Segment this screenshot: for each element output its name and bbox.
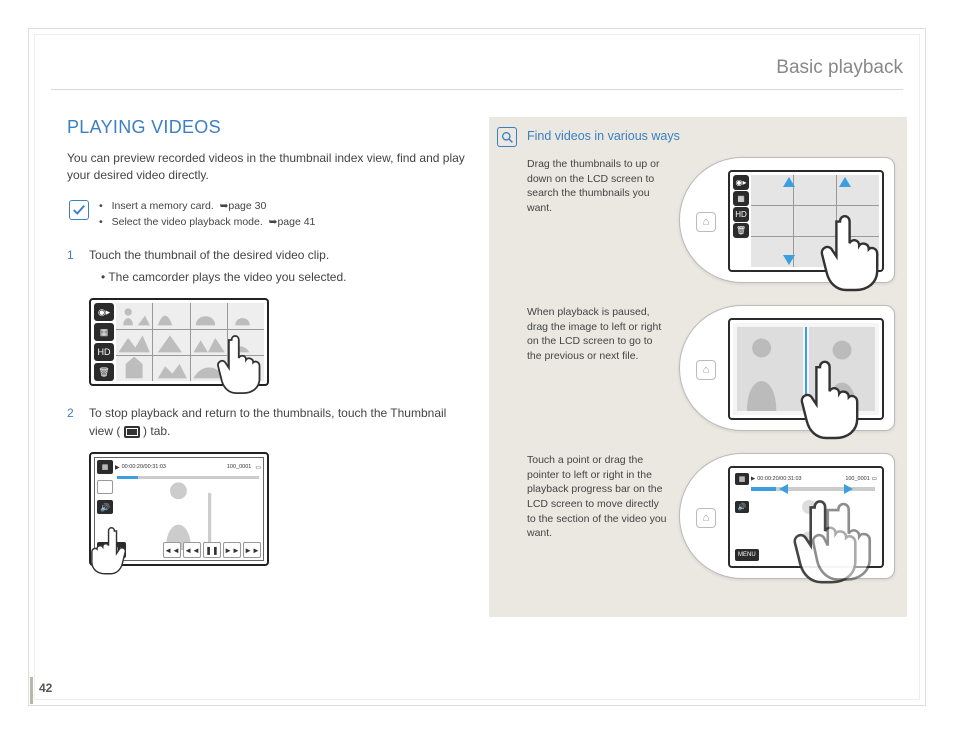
pause-button: ❚❚ — [203, 542, 221, 558]
hand-touch-icon — [201, 322, 273, 394]
thumbnail-tab-icon: ▦ — [97, 460, 113, 474]
playback-file: 100_0001 — [845, 476, 869, 482]
intro-text: You can preview recorded videos in the t… — [67, 150, 472, 185]
page-number: 42 — [39, 681, 52, 695]
thumb-cell — [153, 303, 189, 328]
magnifier-icon — [497, 127, 517, 147]
playback-time: 00:00:20/00:31:03 — [122, 464, 166, 470]
info-text: Drag the thumbnails to up or down on the… — [527, 157, 669, 216]
playback-file: 100_0001 — [227, 464, 251, 470]
hd-icon: HD — [94, 343, 114, 361]
hand-drag-icon — [804, 200, 900, 296]
page-ref: page 30 — [228, 200, 266, 212]
share-icon — [97, 480, 113, 494]
playback-time: 00:00:20/00:31:03 — [757, 476, 801, 482]
prereq-text: Insert a memory card. — [112, 200, 214, 212]
thumb-cell — [116, 303, 152, 328]
prereq-text: Select the video playback mode. — [112, 216, 263, 228]
rew-button: ◄◄ — [183, 542, 201, 558]
thumb-cell — [116, 356, 152, 381]
step-text: Touch the thumbnail of the desired video… — [89, 248, 329, 262]
memory-icon: ▭ — [255, 464, 261, 471]
hand-swipe-icon — [784, 346, 880, 446]
info-panel: Find videos in various ways Drag the thu… — [489, 117, 907, 617]
info-row-1: Drag the thumbnails to up or down on the… — [527, 157, 895, 283]
section-header: Basic playback — [776, 57, 903, 79]
trash-icon: 🗑 — [94, 363, 114, 381]
step-1: 1 Touch the thumbnail of the desired vid… — [67, 246, 472, 286]
thumbnails-icon: ▦ — [94, 323, 114, 341]
home-button-icon: ⌂ — [696, 508, 716, 528]
info-text: Touch a point or drag the pointer to lef… — [527, 453, 669, 541]
device-illustration: ⌂ — [679, 305, 895, 431]
trash-icon: 🗑 — [733, 223, 749, 238]
arrow-down-icon — [783, 255, 795, 265]
arrow-up-icon — [783, 177, 795, 187]
step-2: 2 To stop playback and return to the thu… — [67, 404, 472, 440]
arrow-up-icon — [839, 177, 851, 187]
next-button: ►► — [243, 542, 261, 558]
figure-thumbnail-grid: ◉▸ ▦ HD 🗑 — [89, 298, 269, 386]
ffwd-button: ►► — [223, 542, 241, 558]
thumbnail-view-icon — [124, 426, 140, 438]
thumb-cell — [153, 356, 189, 381]
page-ref: page 41 — [277, 216, 315, 228]
prereq-item: Select the video playback mode. ➥page 41 — [99, 215, 315, 231]
home-button-icon: ⌂ — [696, 212, 716, 232]
prev-button: ◄◄ — [163, 542, 181, 558]
check-icon — [69, 200, 89, 220]
home-button-icon: ⌂ — [696, 360, 716, 380]
device-illustration: ⌂ ▦ ▶ 00:00:20/00:31:03 100_0001 ▭ — [679, 453, 895, 579]
play-indicator-icon: ▶ — [115, 464, 120, 471]
page-heading: PLAYING VIDEOS — [67, 117, 472, 138]
info-panel-title: Find videos in various ways — [527, 129, 895, 143]
info-row-2: When playback is paused, drag the image … — [527, 305, 895, 431]
hand-drag-icon — [778, 489, 888, 594]
device-illustration: ⌂ ◉▸ ▦ HD 🗑 — [679, 157, 895, 283]
playback-top-bar: ▦ ▶ 00:00:20/00:31:03 100_0001 ▭ — [735, 473, 877, 485]
step-bullet: The camcorder plays the video you select… — [101, 268, 472, 286]
hand-touch-icon — [81, 513, 139, 578]
prereq-item: Insert a memory card. ➥page 30 — [99, 199, 315, 215]
playback-top-bar: ▦ ▶ 00:00:20/00:31:03 100_0001 ▭ — [97, 460, 261, 474]
step-number: 1 — [67, 246, 79, 286]
lcd-sidebar: ◉▸ ▦ HD 🗑 — [94, 303, 114, 381]
thumbnails-icon: ▦ — [733, 191, 749, 206]
info-text: When playback is paused, drag the image … — [527, 305, 669, 364]
play-indicator-icon: ▶ — [751, 476, 755, 482]
header-rule — [51, 89, 903, 90]
step-number: 2 — [67, 404, 79, 440]
hd-icon: HD — [733, 207, 749, 222]
prerequisite-note: Insert a memory card. ➥page 30 Select th… — [67, 199, 472, 231]
left-column: PLAYING VIDEOS You can preview recorded … — [67, 117, 472, 566]
info-row-3: Touch a point or drag the pointer to lef… — [527, 453, 895, 579]
step-text-after: ) tab. — [143, 424, 170, 438]
volume-icon: 🔊 — [97, 500, 113, 514]
thumb-cell — [153, 330, 189, 355]
manual-page: Basic playback PLAYING VIDEOS You can pr… — [28, 28, 926, 706]
video-mode-icon: ◉▸ — [733, 175, 749, 190]
figure-playback-screen: ▦ ▶ 00:00:20/00:31:03 100_0001 ▭ 🔊 — [89, 452, 269, 566]
right-column: Find videos in various ways Drag the thu… — [489, 117, 907, 617]
memory-icon: ▭ — [872, 476, 877, 482]
prerequisite-list: Insert a memory card. ➥page 30 Select th… — [99, 199, 315, 231]
video-mode-icon: ◉▸ — [94, 303, 114, 321]
thumbnail-tab-icon: ▦ — [735, 473, 749, 485]
volume-icon: 🔊 — [735, 501, 749, 513]
thumb-cell — [116, 330, 152, 355]
